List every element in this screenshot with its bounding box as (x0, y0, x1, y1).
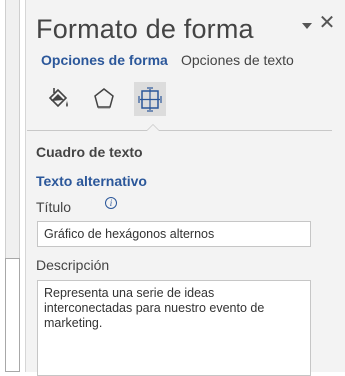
alt-text-description-field[interactable]: Representa una serie de ideas interconec… (37, 280, 311, 376)
section-heading-alt-text[interactable]: Texto alternativo (36, 173, 147, 189)
document-scrollbar[interactable] (0, 0, 26, 372)
title-label: Título (36, 199, 72, 215)
tab-shape-options[interactable]: Opciones de forma (41, 52, 168, 68)
fill-line-icon (48, 88, 68, 108)
close-pane-button[interactable]: ✕ (318, 13, 336, 33)
chevron-down-icon (302, 23, 312, 29)
effects-button[interactable] (88, 82, 120, 116)
close-icon: ✕ (318, 12, 336, 34)
effects-pentagon-icon (94, 88, 114, 109)
fill-line-button[interactable] (42, 82, 74, 116)
selected-tab-pointer-inner (147, 125, 159, 131)
tab-text-options[interactable]: Opciones de texto (181, 52, 294, 68)
section-heading-text-box[interactable]: Cuadro de texto (36, 144, 143, 160)
pane-options-dropdown[interactable] (301, 18, 313, 29)
info-icon[interactable]: i (105, 197, 117, 209)
screenshot: Formato de forma ✕ Opciones de forma Opc… (0, 0, 345, 376)
format-shape-pane: Formato de forma ✕ Opciones de forma Opc… (27, 0, 345, 376)
size-properties-icon (138, 87, 162, 112)
alt-text-title-field[interactable]: Gráfico de hexágonos alternos (37, 221, 311, 247)
description-label: Descripción (36, 257, 110, 273)
size-properties-button[interactable] (134, 82, 166, 116)
section-divider (27, 130, 332, 131)
scrollbar-thumb[interactable] (5, 258, 20, 372)
pane-title: Formato de forma (36, 14, 254, 44)
